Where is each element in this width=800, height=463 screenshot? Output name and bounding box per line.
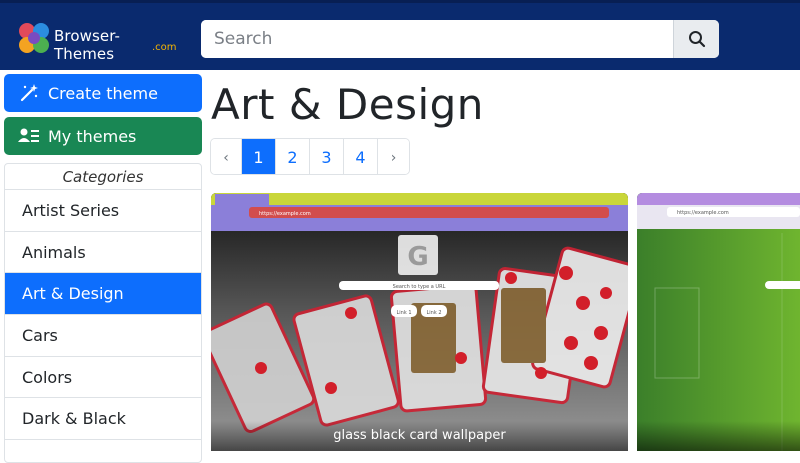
categories-list: Categories Artist Series Animals Art & D… <box>4 163 202 463</box>
preview-url-text: https://example.com <box>677 210 729 216</box>
theme-card[interactable]: G Search to type a URL https://example.c… <box>211 193 628 451</box>
logo-domain: .com <box>152 42 177 53</box>
pagination-page[interactable]: 2 <box>276 139 310 174</box>
category-item[interactable]: Animals <box>5 231 201 274</box>
my-themes-button[interactable]: My themes <box>4 117 202 155</box>
user-list-icon <box>18 125 40 147</box>
search-icon <box>688 31 705 48</box>
pagination-page[interactable]: 3 <box>310 139 344 174</box>
pagination-page[interactable]: 1 <box>242 139 276 174</box>
category-item[interactable]: Artist Series <box>5 190 201 232</box>
pagination-prev[interactable]: ‹ <box>211 139 242 174</box>
search-box <box>201 20 719 58</box>
theme-preview-image: G Search to type a URL https://example.c… <box>211 193 628 451</box>
theme-preview-image: https://example.com <box>637 193 800 451</box>
magic-wand-icon <box>18 82 40 104</box>
theme-card[interactable]: https://example.com <box>637 193 800 451</box>
header-bar: Browser-Themes .com <box>0 0 800 70</box>
preview-logo-letter: G <box>407 242 428 272</box>
category-item[interactable]: Colors <box>5 356 201 399</box>
create-theme-button[interactable]: Create theme <box>4 74 202 112</box>
category-item[interactable]: Cars <box>5 315 201 357</box>
site-logo[interactable]: Browser-Themes .com <box>16 20 177 63</box>
categories-heading: Categories <box>5 164 201 190</box>
create-theme-label: Create theme <box>48 83 158 103</box>
logo-icon <box>19 23 49 53</box>
preview-url-text: https://example.com <box>259 211 311 217</box>
preview-link-2: Link 2 <box>426 310 441 316</box>
pagination-page[interactable]: 4 <box>344 139 378 174</box>
category-item[interactable]: Dark & Black <box>5 398 201 441</box>
theme-card-caption <box>637 421 800 451</box>
search-input[interactable] <box>201 20 673 58</box>
search-button[interactable] <box>673 20 719 58</box>
category-item-active[interactable]: Art & Design <box>5 273 201 316</box>
page-title: Art & Design <box>211 80 484 129</box>
preview-search-text: Search to type a URL <box>393 284 446 290</box>
my-themes-label: My themes <box>48 126 137 146</box>
theme-card-caption: glass black card wallpaper <box>211 421 628 451</box>
pagination: ‹ 1 2 3 4 › <box>210 138 410 175</box>
pagination-next[interactable]: › <box>378 139 409 174</box>
preview-link-1: Link 1 <box>396 310 411 316</box>
